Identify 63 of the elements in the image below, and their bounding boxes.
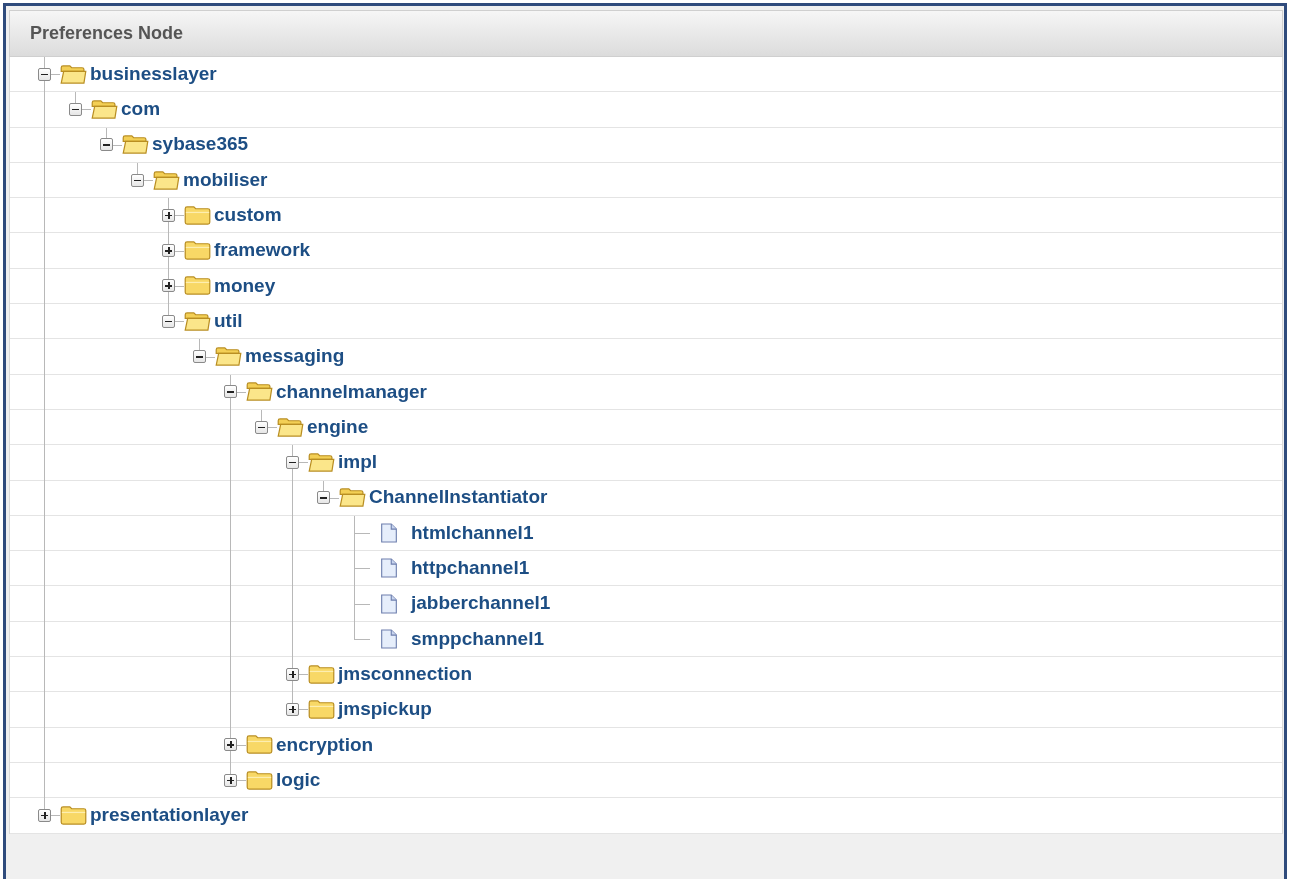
folder-label[interactable]: framework [214,236,311,265]
collapse-toggle[interactable] [69,102,82,116]
folder-icon [184,275,211,297]
open-folder-icon [215,346,242,367]
folder-label[interactable]: messaging [245,342,345,371]
open-folder-icon [308,451,335,473]
open-folder-icon [60,63,87,85]
file-label[interactable]: httpchannel1 [411,554,530,583]
folder-icon [246,734,273,756]
folder-icon [60,804,87,826]
panel-title: Preferences Node [30,22,184,45]
collapse-toggle[interactable] [317,491,330,505]
collapse-toggle[interactable] [131,173,144,187]
folder-label[interactable]: jmsconnection [338,659,473,689]
collapse-toggle[interactable] [100,138,113,152]
collapse-toggle[interactable] [38,67,51,81]
collapse-toggle[interactable] [255,420,268,434]
expand-toggle[interactable] [162,208,175,222]
collapse-toggle[interactable] [193,350,206,363]
folder-label[interactable]: money [214,271,276,301]
file-icon [380,522,398,544]
folder-icon [308,699,335,720]
folder-label[interactable]: com [121,95,161,124]
collapse-toggle[interactable] [224,385,237,399]
open-folder-icon [153,169,180,191]
file-label[interactable]: htmlchannel1 [411,518,534,548]
collapse-toggle[interactable] [162,314,175,328]
folder-icon [246,769,273,791]
open-folder-icon [246,381,273,403]
folder-label[interactable]: util [214,306,243,336]
expand-toggle[interactable] [286,703,299,716]
folder-label[interactable]: channelmanager [276,377,427,407]
expand-toggle[interactable] [162,279,175,293]
file-icon [380,592,398,615]
open-folder-icon [91,98,118,120]
folder-label[interactable]: businesslayer [90,59,217,89]
folder-icon [308,663,335,685]
expand-toggle[interactable] [286,667,299,681]
folder-label[interactable]: impl [338,448,378,477]
folder-label[interactable]: mobiliser [183,165,268,195]
folder-label[interactable]: custom [214,201,282,230]
open-folder-icon [277,416,304,438]
file-label[interactable]: smppchannel1 [411,624,545,654]
expand-toggle[interactable] [38,808,51,822]
folder-label[interactable]: engine [307,412,369,442]
open-folder-icon [122,134,149,156]
folder-icon [184,240,211,262]
folder-label[interactable]: presentationlayer [90,801,249,830]
folder-icon [184,204,211,226]
file-label[interactable]: jabberchannel1 [411,589,551,618]
expand-toggle[interactable] [162,244,175,258]
folder-label[interactable]: encryption [276,730,374,760]
folder-label[interactable]: logic [276,765,321,795]
open-folder-icon [184,310,211,332]
folder-label[interactable]: ChannelInstantiator [369,483,548,512]
file-icon [380,627,398,650]
collapse-toggle[interactable] [286,455,299,469]
expand-toggle[interactable] [224,738,237,752]
open-folder-icon [339,487,366,509]
folder-label[interactable]: sybase365 [152,130,249,159]
folder-label[interactable]: jmspickup [338,695,432,724]
expand-toggle[interactable] [224,773,237,787]
file-icon [380,557,398,580]
